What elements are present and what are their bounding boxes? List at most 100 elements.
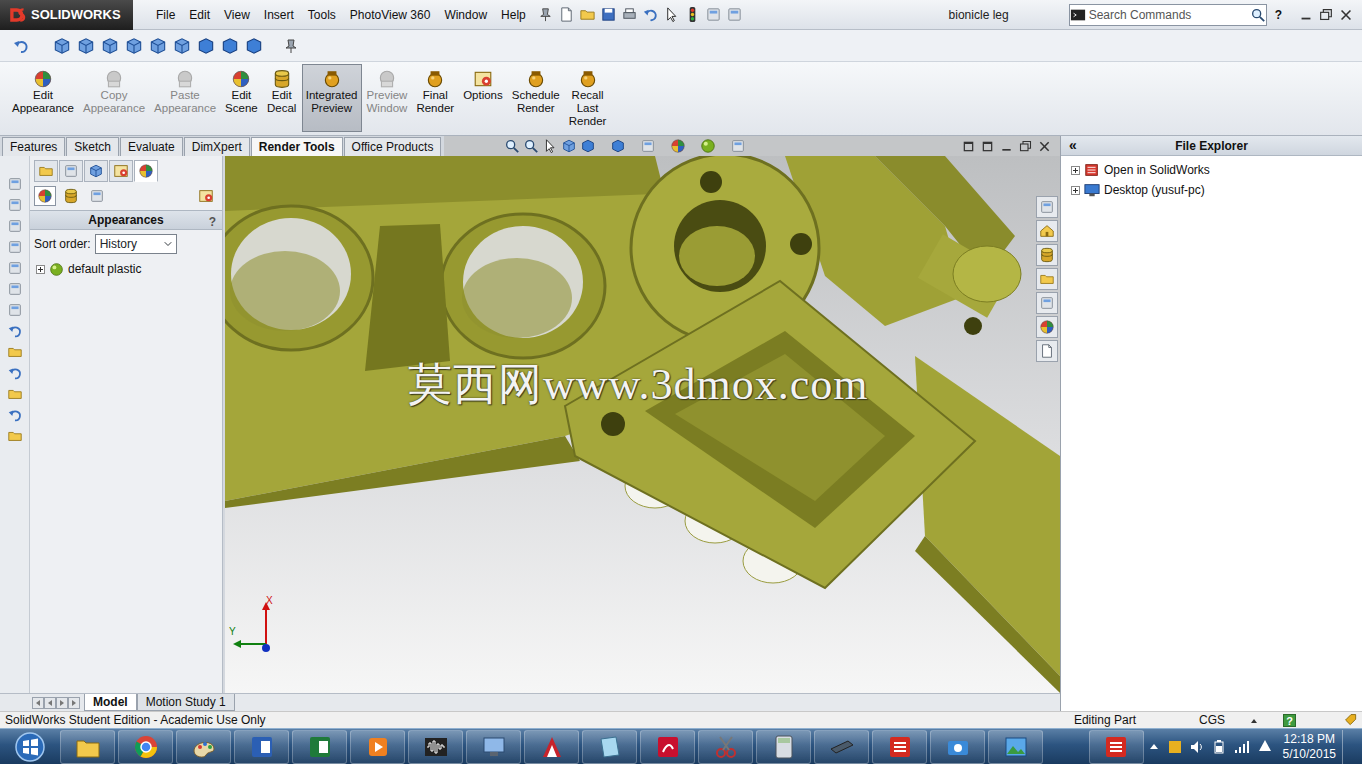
edit-appearance-button[interactable]: EditAppearance	[8, 64, 78, 132]
front-view-icon[interactable]	[52, 36, 72, 56]
menu-item[interactable]: Edit	[182, 6, 217, 24]
viewport-close-icon[interactable]	[1037, 139, 1052, 154]
taskbar-app[interactable]	[524, 730, 579, 764]
command-tab[interactable]: Evaluate	[120, 137, 183, 156]
clock[interactable]: 12:18 PM5/10/2015	[1283, 732, 1336, 762]
taskbar-app[interactable]	[872, 730, 927, 764]
scroll-arrow-icon[interactable]	[56, 697, 68, 709]
strip-tool-icon[interactable]	[7, 344, 23, 360]
new-document-icon[interactable]	[558, 6, 575, 23]
taskbar-app[interactable]	[466, 730, 521, 764]
appearance-manager-icon[interactable]	[198, 188, 214, 204]
taskbar-app[interactable]	[930, 730, 985, 764]
tray-expand-icon[interactable]	[1147, 740, 1161, 754]
view-palette-icon[interactable]	[1036, 292, 1058, 314]
strip-tool-icon[interactable]	[7, 197, 23, 213]
undo-icon[interactable]	[642, 6, 659, 23]
strip-tool-icon[interactable]	[7, 407, 23, 423]
menu-item[interactable]: Help	[494, 6, 533, 24]
expander-icon[interactable]	[36, 265, 45, 274]
strip-tool-icon[interactable]	[7, 365, 23, 381]
view-settings-icon[interactable]	[730, 138, 746, 154]
taskbar-app[interactable]	[176, 730, 231, 764]
file-explorer-icon[interactable]	[1036, 268, 1058, 290]
taskbar-app[interactable]	[60, 730, 115, 764]
options-icon[interactable]	[705, 6, 722, 23]
iso-view-icon[interactable]	[196, 36, 216, 56]
scroll-arrow-icon[interactable]	[68, 697, 80, 709]
panel-subtab[interactable]	[34, 186, 56, 206]
menu-item[interactable]: Window	[437, 6, 494, 24]
show-desktop-button[interactable]	[1342, 730, 1354, 764]
trimetric-view-icon[interactable]	[220, 36, 240, 56]
taskbar-app[interactable]	[1089, 730, 1144, 764]
taskbar-app[interactable]	[756, 730, 811, 764]
edit-scene-button[interactable]: EditScene	[221, 64, 262, 132]
taskbar-app[interactable]	[582, 730, 637, 764]
bottom-tab[interactable]: Model	[84, 694, 137, 711]
rebuild-light-icon[interactable]	[684, 6, 701, 23]
file-explorer-item[interactable]: Desktop (yusuf-pc)	[1061, 180, 1362, 200]
start-button[interactable]	[0, 731, 60, 763]
scroll-arrow-icon[interactable]	[44, 697, 56, 709]
panel-tab[interactable]	[34, 160, 58, 182]
status-tag-icon[interactable]	[1344, 713, 1358, 727]
menu-item[interactable]: File	[149, 6, 182, 24]
open-folder-icon[interactable]	[579, 6, 596, 23]
appearance-item[interactable]: default plastic	[30, 258, 222, 280]
strip-tool-icon[interactable]	[7, 428, 23, 444]
file-props-icon[interactable]	[726, 6, 743, 23]
command-tab[interactable]: DimXpert	[184, 137, 250, 156]
search-magnifier-icon[interactable]	[1250, 7, 1266, 23]
strip-tool-icon[interactable]	[7, 281, 23, 297]
back-view-icon[interactable]	[76, 36, 96, 56]
search-input[interactable]	[1086, 6, 1250, 24]
tray-app-icon[interactable]	[1167, 739, 1183, 755]
units-arrow-icon[interactable]	[1249, 715, 1259, 725]
strip-tool-icon[interactable]	[7, 260, 23, 276]
previous-view-icon[interactable]	[542, 138, 558, 154]
schedule-render-button[interactable]: ScheduleRender	[508, 64, 564, 132]
command-tab[interactable]: Render Tools	[251, 137, 343, 156]
menu-item[interactable]: PhotoView 360	[343, 6, 438, 24]
taskbar-app[interactable]	[814, 730, 869, 764]
graphics-viewport[interactable]: 莫西网www.3dmox.comXY	[225, 156, 1060, 693]
sort-select[interactable]: History	[95, 234, 177, 254]
zoom-fit-icon[interactable]	[504, 138, 520, 154]
select-arrow-icon[interactable]	[663, 6, 680, 23]
scroll-arrow-icon[interactable]	[32, 697, 44, 709]
command-tab[interactable]: Office Products	[344, 137, 442, 156]
minimize-icon[interactable]	[1298, 7, 1314, 23]
expander-icon[interactable]	[1071, 166, 1080, 175]
custom-properties-icon[interactable]	[1036, 340, 1058, 362]
help-button[interactable]: ?	[1275, 6, 1282, 24]
display-style-icon[interactable]	[610, 138, 626, 154]
expander-icon[interactable]	[1071, 186, 1080, 195]
strip-tool-icon[interactable]	[7, 386, 23, 402]
power-icon[interactable]	[1211, 739, 1227, 755]
apply-scene-icon[interactable]	[700, 138, 716, 154]
zoom-area-icon[interactable]	[523, 138, 539, 154]
taskbar-app[interactable]	[118, 730, 173, 764]
taskbar-app[interactable]	[988, 730, 1043, 764]
recall-last-render-button[interactable]: RecallLastRender	[565, 64, 611, 132]
file-explorer-item[interactable]: Open in SolidWorks	[1061, 160, 1362, 180]
options-button[interactable]: Options	[459, 64, 507, 132]
bottom-view-icon[interactable]	[172, 36, 192, 56]
bottom-tab[interactable]: Motion Study 1	[137, 694, 235, 711]
restore-icon[interactable]	[1318, 7, 1334, 23]
print-icon[interactable]	[621, 6, 638, 23]
tile2-icon[interactable]	[980, 139, 995, 154]
strip-tool-icon[interactable]	[7, 302, 23, 318]
appearances-scenes-icon[interactable]	[1036, 316, 1058, 338]
right-view-icon[interactable]	[124, 36, 144, 56]
taskbar-app[interactable]	[408, 730, 463, 764]
quick-tips-button[interactable]: ?	[1283, 714, 1296, 727]
edit-decal-button[interactable]: EditDecal	[263, 64, 301, 132]
signal-icon[interactable]	[1233, 739, 1251, 755]
home-icon[interactable]	[1036, 220, 1058, 242]
taskbar-app[interactable]	[292, 730, 347, 764]
taskbar-app[interactable]	[234, 730, 289, 764]
command-tab[interactable]: Features	[2, 137, 65, 156]
save-icon[interactable]	[600, 6, 617, 23]
